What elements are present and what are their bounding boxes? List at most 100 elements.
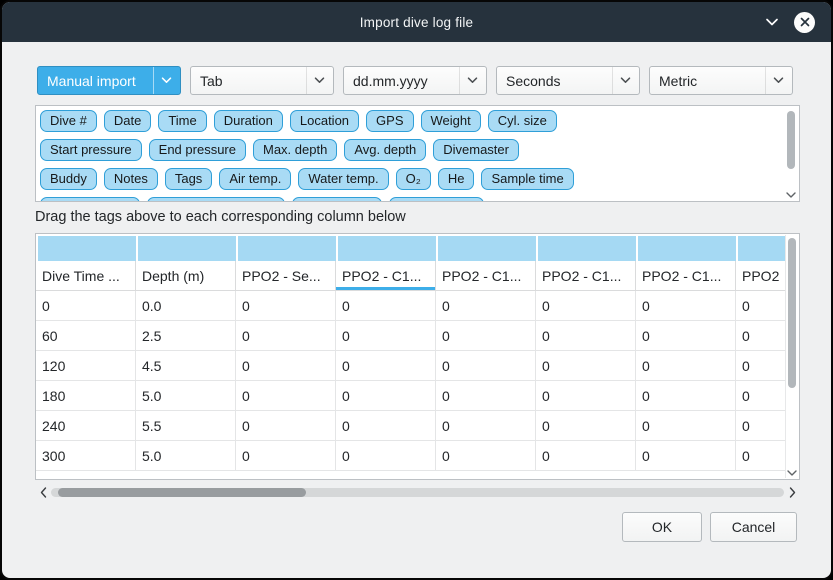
table-cell: 0 [736,321,785,351]
table-cell: 0 [536,411,636,441]
table-cell: 0 [236,441,336,471]
tag-date[interactable]: Date [104,110,151,132]
combo-field-separator-value: Tab [200,73,223,89]
chevron-down-icon[interactable] [765,18,779,27]
ok-button[interactable]: OK [622,512,702,542]
scroll-right-icon[interactable] [784,487,800,498]
table-cell: 180 [36,381,136,411]
table-header-row: Dive Time ...Depth (m)PPO2 - Se...PPO2 -… [36,261,785,291]
table-cell: 0 [236,381,336,411]
scrollbar-thumb[interactable] [787,111,795,169]
combo-units[interactable]: Metric [649,66,793,95]
column-header[interactable]: PPO2 - C1... [436,261,536,291]
column-header[interactable]: Depth (m) [136,261,236,291]
combo-date-format-value: dd.mm.yyyy [353,73,428,89]
column-header[interactable]: PPO2 - C1... [336,261,436,291]
tag-sample-cns[interactable]: Sample CNS [389,197,484,202]
table-cell: 5.0 [136,381,236,411]
table-row: 3005.0000000 [36,441,785,471]
table-row: 602.5000000 [36,321,785,351]
tag-time[interactable]: Time [158,110,206,132]
table-cell: 0.0 [136,291,236,321]
combo-import-type[interactable]: Manual import [37,66,181,95]
column-drop-zone[interactable] [138,236,236,261]
titlebar[interactable]: Import dive log file [2,2,831,42]
scrollbar-track[interactable] [51,488,784,497]
tag-location[interactable]: Location [290,110,359,132]
table-cell: 0 [536,351,636,381]
combo-duration-format[interactable]: Seconds [496,66,640,95]
tag-dive[interactable]: Dive # [40,110,97,132]
table-horizontal-scrollbar[interactable] [35,485,800,500]
scrollbar-thumb[interactable] [788,238,796,388]
table-cell: 0 [436,441,536,471]
table-cell: 5.0 [136,441,236,471]
table-vertical-scrollbar[interactable] [785,235,798,478]
tag-avg-depth[interactable]: Avg. depth [344,139,426,161]
tag-end-pressure[interactable]: End pressure [149,139,246,161]
window-title: Import dive log file [360,15,474,30]
tag-he[interactable]: He [438,168,475,190]
table-cell: 0 [336,411,436,441]
tag-row: Dive # Date Time Duration Location GPS Weight C… [40,110,779,132]
close-icon[interactable] [794,12,815,33]
tag-start-pressure[interactable]: Start pressure [40,139,142,161]
table-cell: 0 [536,291,636,321]
tag-cyl-size[interactable]: Cyl. size [488,110,557,132]
table-cell: 0 [736,411,785,441]
column-header[interactable]: PPO2 - C1... [536,261,636,291]
table-cell: 0 [636,291,736,321]
column-drop-zone[interactable] [738,236,785,261]
tag-tags[interactable]: Tags [165,168,212,190]
table-cell: 0 [236,321,336,351]
column-drop-zone[interactable] [338,236,436,261]
chevron-down-icon [459,67,478,94]
table-cell: 0 [736,441,785,471]
column-drop-zone[interactable] [438,236,536,261]
tag-weight[interactable]: Weight [421,110,481,132]
combo-date-format[interactable]: dd.mm.yyyy [343,66,487,95]
drag-instruction-label: Drag the tags above to each correspondin… [35,209,406,225]
tag-sample-temperature[interactable]: Sample temperature [147,197,285,202]
column-drop-zone[interactable] [238,236,336,261]
column-header[interactable]: PPO2 - C1... [636,261,736,291]
combo-field-separator[interactable]: Tab [190,66,334,95]
tag-sample-po[interactable]: Sample pO₂ [292,197,382,202]
tag-sample-time[interactable]: Sample time [481,168,573,190]
column-header[interactable]: Dive Time ... [36,261,136,291]
column-drop-zone[interactable] [538,236,636,261]
tag-duration[interactable]: Duration [214,110,283,132]
scrollbar-thumb[interactable] [58,488,306,497]
table-cell: 60 [36,321,136,351]
tag-list-panel: Dive # Date Time Duration Location GPS Weight C… [35,105,800,202]
chevron-down-icon [765,67,784,94]
tag-buddy[interactable]: Buddy [40,168,97,190]
table-row: 2405.5000000 [36,411,785,441]
tag-divemaster[interactable]: Divemaster [433,139,519,161]
tag-row: Start pressure End pressure Max. depth Avg.… [40,139,779,161]
tag-gps[interactable]: GPS [366,110,413,132]
tag-panel-scrollbar[interactable] [785,108,797,199]
table-cell: 0 [636,381,736,411]
tag-notes[interactable]: Notes [104,168,158,190]
tag-o[interactable]: O₂ [396,168,431,190]
tag-air-temp[interactable]: Air temp. [219,168,291,190]
scroll-left-icon[interactable] [35,487,51,498]
column-header[interactable]: PPO2 [736,261,785,291]
scroll-down-icon[interactable] [787,470,797,476]
tag-row: Buddy Notes Tags Air temp. Water temp. O₂ He Sa… [40,168,779,190]
table-cell: 4.5 [136,351,236,381]
column-drop-zone[interactable] [638,236,736,261]
combo-import-type-value: Manual import [47,73,136,89]
tag-water-temp[interactable]: Water temp. [298,168,388,190]
column-header[interactable]: PPO2 - Se... [236,261,336,291]
tag-sample-depth[interactable]: Sample depth [40,197,140,202]
table-cell: 0 [636,441,736,471]
table-cell: 0 [436,321,536,351]
column-drop-zone[interactable] [38,236,136,261]
scroll-down-icon[interactable] [786,192,796,198]
table-cell: 0 [536,321,636,351]
cancel-button[interactable]: Cancel [710,512,797,542]
combo-units-value: Metric [659,73,697,89]
tag-max-depth[interactable]: Max. depth [253,139,337,161]
